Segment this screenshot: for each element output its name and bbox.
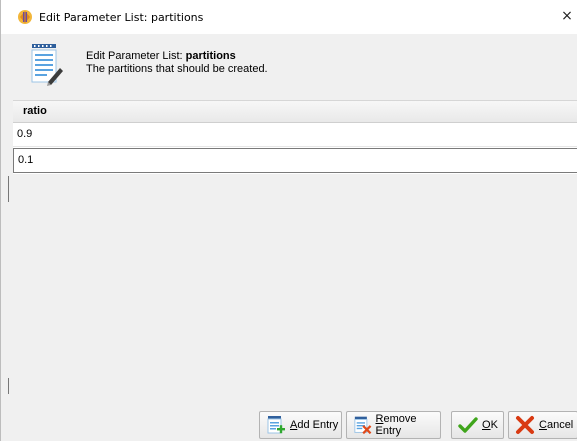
- remove-entry-button[interactable]: Remove Entry: [346, 411, 441, 439]
- ok-button[interactable]: OK: [451, 411, 504, 439]
- header-title: Edit Parameter List: partitions: [86, 50, 236, 62]
- close-icon[interactable]: ×: [560, 8, 574, 24]
- table-empty-area: [13, 174, 577, 400]
- dialog-window: Edit Parameter List: partitions × Edit P…: [0, 0, 577, 441]
- cancel-x-icon: [516, 416, 534, 434]
- column-header-label: ratio: [23, 105, 47, 117]
- divider: [8, 378, 9, 394]
- add-entry-label: Add Entry: [290, 419, 339, 431]
- table-row-selected[interactable]: 0.1: [13, 148, 577, 173]
- cancel-label: Cancel: [539, 419, 574, 431]
- notepad-edit-icon: [31, 44, 63, 86]
- parameter-name: partitions: [185, 50, 236, 62]
- checkmark-icon: [458, 417, 478, 433]
- window-title: Edit Parameter List: partitions: [39, 10, 204, 24]
- table-cell[interactable]: 0.1: [18, 154, 33, 166]
- table-row[interactable]: 0.9: [13, 123, 577, 147]
- rapidminer-app-icon: [18, 10, 32, 24]
- divider: [8, 176, 9, 202]
- column-header-ratio[interactable]: ratio: [13, 100, 577, 123]
- title-bar[interactable]: Edit Parameter List: partitions ×: [1, 0, 577, 34]
- add-entry-button[interactable]: Add Entry: [259, 411, 342, 439]
- ok-label: OK: [482, 419, 498, 431]
- table-cell[interactable]: 0.9: [17, 128, 32, 140]
- remove-entry-label: Remove Entry: [375, 413, 417, 437]
- cancel-button[interactable]: Cancel: [508, 411, 577, 439]
- remove-entry-icon: [354, 416, 372, 435]
- add-entry-icon: [267, 416, 285, 434]
- dialog-header: Edit Parameter List: partitions The part…: [2, 34, 577, 94]
- parameter-table: ratio 0.9 0.1: [13, 100, 577, 400]
- left-edge: [1, 128, 13, 441]
- header-description: The partitions that should be created.: [86, 63, 268, 75]
